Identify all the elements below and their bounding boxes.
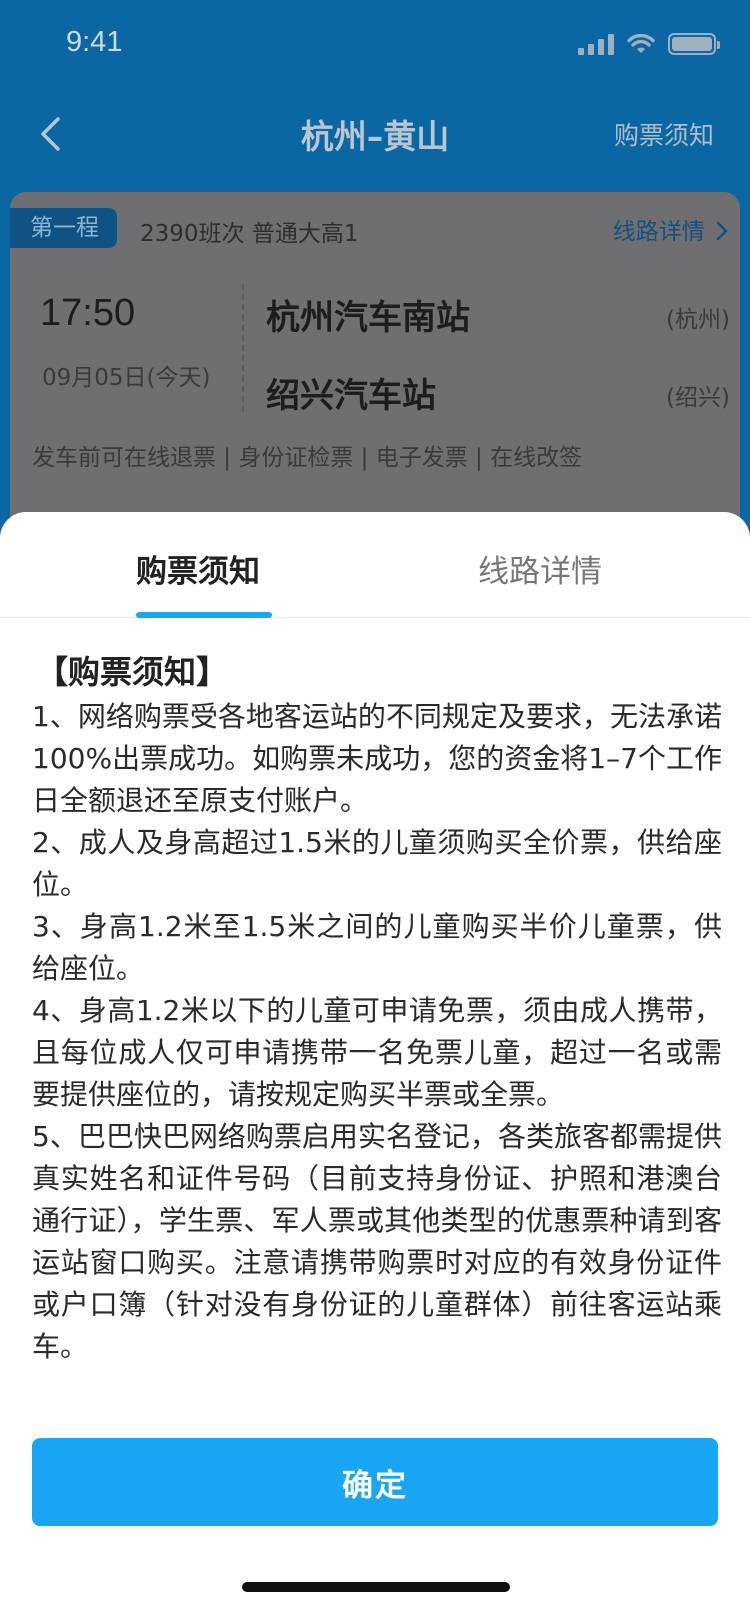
notice-content[interactable]: 【购票须知】 1、网络购票受各地客运站的不同规定及要求，无法承诺100%出票成功… bbox=[32, 648, 722, 1380]
status-time: 9:41 bbox=[66, 26, 123, 58]
bus-info: 2390班次 普通大高1 bbox=[140, 221, 359, 247]
confirm-button[interactable]: 确定 bbox=[32, 1438, 718, 1526]
wifi-icon bbox=[627, 33, 655, 53]
tab-active-indicator bbox=[136, 612, 272, 618]
route-details-link[interactable]: 线路详情 bbox=[613, 212, 728, 246]
trip-card: 第一程 2390班次 普通大高1 线路详情 17:50 09月05日(今天) 杭… bbox=[10, 192, 740, 522]
purchase-notice-sheet: 购票须知 线路详情 【购票须知】 1、网络购票受各地客运站的不同规定及要求，无法… bbox=[0, 512, 750, 1624]
sheet-tabs: 购票须知 线路详情 bbox=[0, 512, 750, 618]
purchase-notice-link[interactable]: 购票须知 bbox=[614, 116, 714, 152]
back-button[interactable] bbox=[30, 114, 70, 154]
tab-route-details[interactable]: 线路详情 bbox=[478, 546, 602, 591]
notice-paragraph: 4、身高1.2米以下的儿童可申请免票，须由成人携带，且每位成人仅可申请携带一名免… bbox=[32, 994, 722, 1111]
route-details-label: 线路详情 bbox=[612, 219, 705, 245]
leg-badge: 第一程 bbox=[10, 208, 117, 248]
depart-time: 17:50 bbox=[40, 292, 136, 334]
nav-bar: 杭州–黄山 购票须知 bbox=[0, 88, 750, 178]
notice-paragraph: 5、巴巴快巴网络购票启用实名登记，各类旅客都需提供真实姓名和证件号码（目前支持身… bbox=[32, 1120, 722, 1363]
to-city: (绍兴) bbox=[666, 385, 730, 411]
notice-paragraph: 2、成人及身高超过1.5米的儿童须购买全价票，供给座位。 bbox=[32, 826, 722, 901]
depart-date: 09月05日(今天) bbox=[42, 365, 211, 391]
tab-purchase-notice[interactable]: 购票须知 bbox=[136, 546, 260, 591]
notice-heading: 【购票须知】 bbox=[36, 653, 229, 691]
to-station: 绍兴汽车站 bbox=[266, 376, 436, 416]
battery-icon bbox=[668, 33, 720, 55]
notice-paragraph: 3、身高1.2米至1.5米之间的儿童购买半价儿童票，供给座位。 bbox=[32, 910, 722, 985]
from-city: (杭州) bbox=[666, 307, 730, 333]
status-icons bbox=[578, 30, 720, 58]
from-station: 杭州汽车南站 bbox=[266, 298, 470, 338]
chevron-left-icon bbox=[41, 117, 60, 151]
route-divider bbox=[242, 284, 244, 412]
cellular-signal-icon bbox=[578, 33, 614, 55]
chevron-right-icon bbox=[716, 221, 728, 241]
status-bar: 9:41 bbox=[0, 0, 750, 88]
ticket-features: 发车前可在线退票 | 身份证检票 | 电子发票 | 在线改签 bbox=[32, 445, 583, 471]
home-indicator bbox=[242, 1582, 510, 1592]
notice-paragraph: 1、网络购票受各地客运站的不同规定及要求，无法承诺100%出票成功。如购票未成功… bbox=[32, 700, 722, 817]
